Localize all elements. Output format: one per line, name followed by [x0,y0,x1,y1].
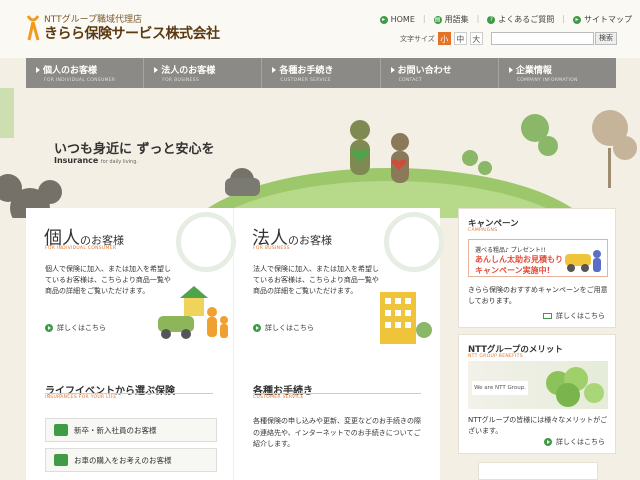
family-car-illustration [158,286,228,339]
arrow-circle-icon [45,324,53,332]
hero-illustration: いつも身近に ずっと安心を Insurance for daily living… [0,88,640,218]
arrow-circle-icon [253,324,261,332]
life-event-car-purchase[interactable]: お車の購入をお考えのお客様 [45,448,217,472]
customer-type-panel: 個人のお客様 FOR INDIVIDUAL CONSUMER 個人で保険に加入、… [26,208,444,368]
ntt-group-image[interactable]: We are NTT Group. [468,361,608,409]
arrow-watermark-icon [176,212,236,272]
utility-links: ▸ HOME | ▤ 用語集 | ? よくあるご質問 | ▸ サイトマップ [379,14,632,25]
nav-item-procedures[interactable]: 各種お手続き CUSTOMER SERVICE [262,58,381,88]
triangle-icon [272,66,277,73]
nav-item-individual[interactable]: 個人のお客様 FOR INDIVIDUAL CONSUMER [26,58,145,88]
triangle-icon [390,66,395,73]
font-size-switcher: 文字サイズ 小 中 大 [400,32,483,45]
business-panel[interactable]: 法人のお客様 FOR BUSINESS 法人で保険に加入、または加入を希望してい… [233,208,444,368]
toplink-sitemap[interactable]: ▸ サイトマップ [573,14,632,25]
site-header: NTTグループ職域代理店 きらら保険サービス株式会社 ▸ HOME | ▤ 用語集 … [0,0,640,58]
office-building-illustration [380,292,432,344]
logo-company-name: きらら保険サービス株式会社 [44,26,220,42]
font-size-label: 文字サイズ [400,34,435,43]
campaign-box: キャンペーン CAMPAIGNS 選べる粗品♪ プレゼント!! あんしん太助お見… [458,208,616,328]
triangle-icon [508,66,513,73]
clover-illustration [546,367,604,407]
nav-item-contact[interactable]: お問い合わせ CONTACT [381,58,499,88]
arrow-icon: ▸ [379,15,388,24]
panel-description: 法人で保険に加入、または加入を希望しているお客様は、こちらより商品一覧や商品の詳… [253,265,379,295]
divider: | [422,14,426,23]
arrow-circle-icon [544,438,552,446]
procedures-section: 各種お手続き CUSTOMER SERVICE 各種保険の申し込みや更新、変更な… [233,368,440,480]
global-nav: 個人のお客様 FOR INDIVIDUAL CONSUMER 法人のお客様 FO… [26,58,616,88]
divider [45,393,213,394]
divider: | [476,14,480,23]
business-detail-link[interactable]: 詳しくはこちら [253,323,314,333]
car-illustration [565,250,601,272]
logo-mark-icon [26,15,40,41]
font-size-medium-button[interactable]: 中 [453,32,467,45]
campaign-banner[interactable]: 選べる粗品♪ プレゼント!! あんしん太助お見積もり キャンペーン実施中! [468,239,608,277]
company-logo[interactable]: NTTグループ職域代理店 きらら保険サービス株式会社 [26,12,220,44]
individual-detail-link[interactable]: 詳しくはこちら [45,323,106,333]
font-size-small-button[interactable]: 小 [437,32,451,45]
briefcase-icon [54,424,68,436]
campaign-detail-link[interactable]: 詳しくはこちら [543,311,605,321]
ntt-merit-box: NTTグループのメリット NTT GROUP BENEFITS We are N… [458,334,616,454]
arrow-icon: ▸ [573,15,581,24]
individual-panel[interactable]: 個人のお客様 FOR INDIVIDUAL CONSUMER 個人で保険に加入、… [26,208,236,368]
book-icon: ▤ [433,15,442,24]
nav-item-business[interactable]: 法人のお客様 FOR BUSINESS [144,58,263,88]
toplink-faq[interactable]: ? よくあるご質問 [487,14,554,25]
hero-subline: Insurance for daily living. [54,156,138,165]
merit-description: NTTグループの皆様には様々なメリットがございます。 [468,416,608,435]
campaign-description: きらら保険のおすすめキャンペーンをご用意しております。 [468,286,608,305]
life-events-section: ライフイベントから選ぶ保険 INSURANCES FOR YOUR LIFE 新… [26,368,233,480]
triangle-icon [36,66,40,73]
triangle-icon [154,66,159,73]
nav-item-company[interactable]: 企業情報 COMPANY INFORMATION [499,58,616,88]
toplink-home[interactable]: ▸ HOME [379,14,415,25]
life-event-new-employee[interactable]: 新卒・新入社員のお客様 [45,418,217,442]
window-icon [543,313,552,319]
divider: | [562,14,565,23]
search-button[interactable]: 検索 [595,32,617,45]
question-icon: ? [487,15,496,24]
font-size-large-button[interactable]: 大 [469,32,483,45]
search-input[interactable] [491,32,594,45]
toplink-glossary[interactable]: ▤ 用語集 [433,14,469,25]
hero-tagline: いつも身近に ずっと安心を [54,142,215,157]
divider [253,393,421,394]
arrow-watermark-icon [384,212,444,272]
procedures-description: 各種保険の申し込みや更新、変更などのお手続きの際の連絡先や、インターネットでのお… [253,417,421,448]
merit-detail-link[interactable]: 詳しくはこちら [544,437,605,447]
car-icon [54,454,68,466]
sidebar-next-box [478,462,598,480]
